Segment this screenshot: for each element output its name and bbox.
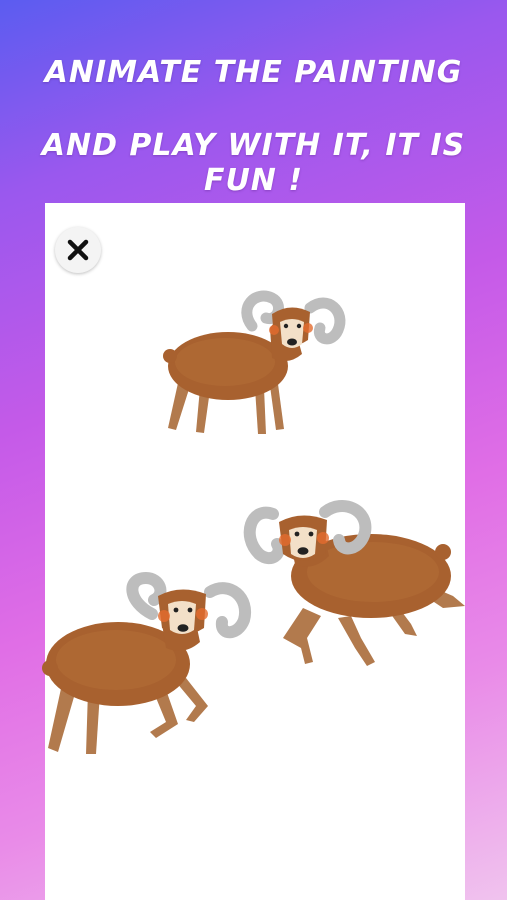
ram-illustration-top[interactable] [160,288,350,438]
close-icon [67,239,89,261]
close-button[interactable] [55,227,101,273]
ram-illustration-bottom[interactable] [40,572,252,760]
headline-line-1: ANIMATE THE PAINTING [44,55,463,90]
ram-illustration-right[interactable] [243,498,468,670]
headline-line-2: AND PLAY WITH IT, IT IS FUN ! [41,128,466,198]
